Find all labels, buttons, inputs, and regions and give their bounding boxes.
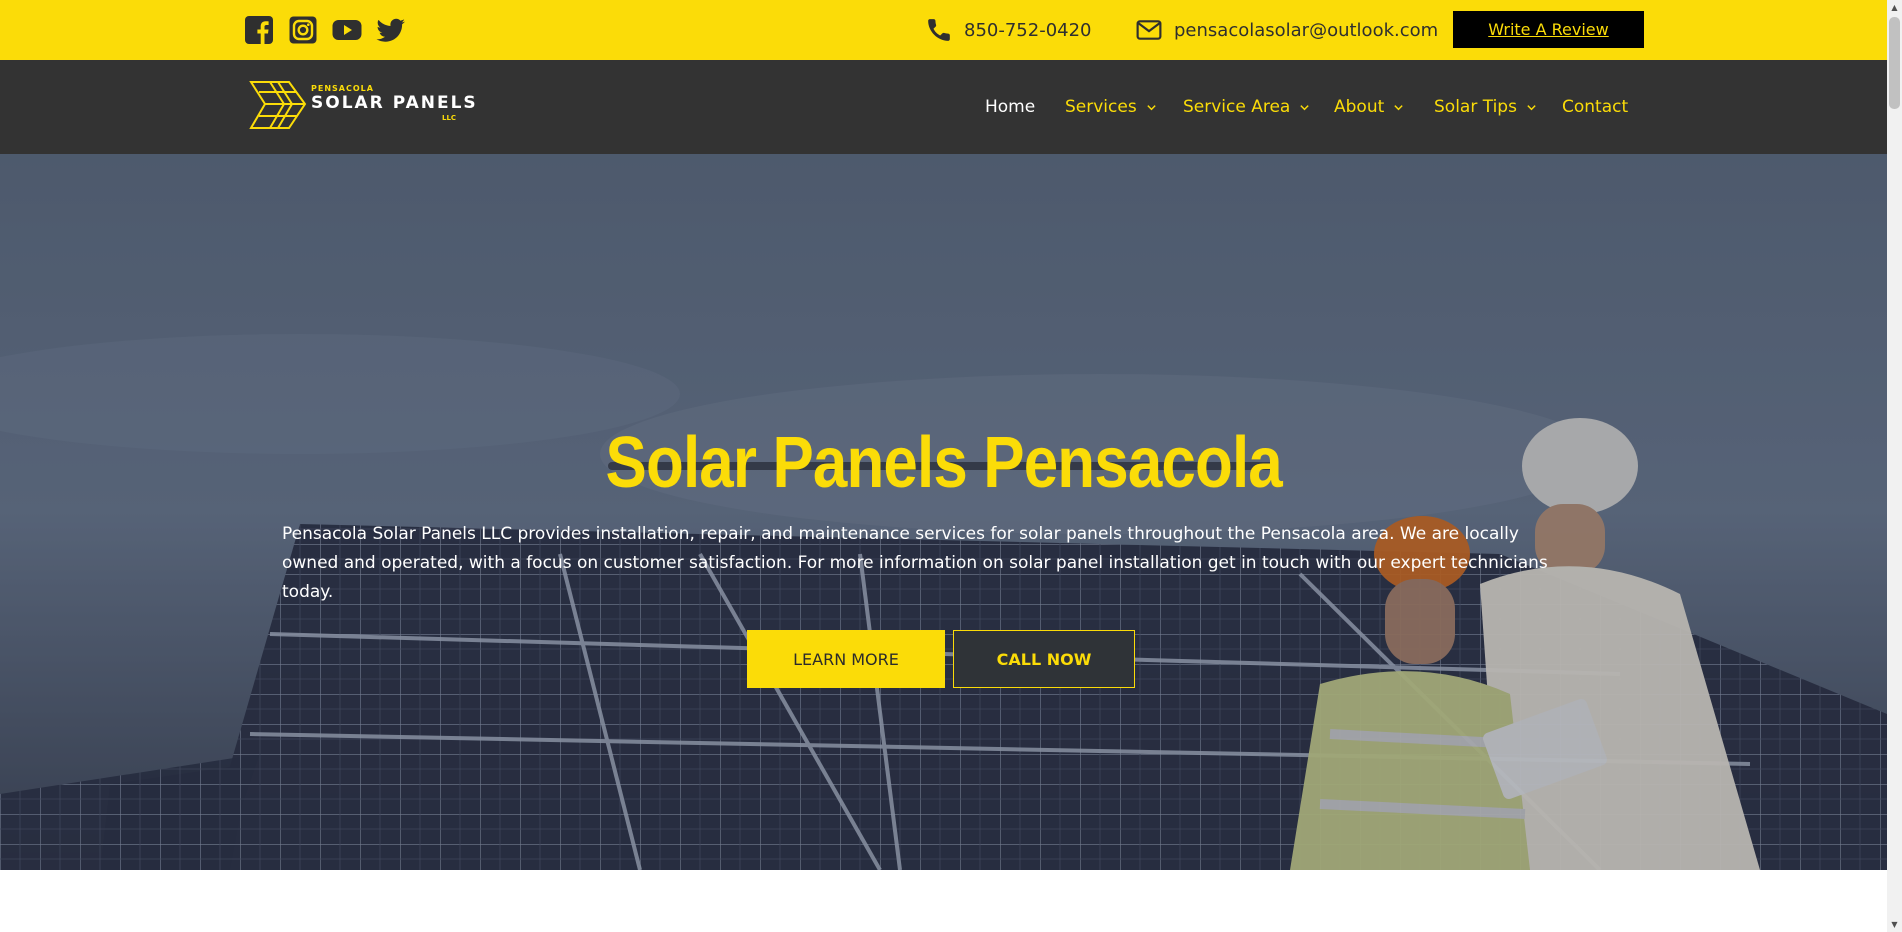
logo-mark-icon <box>249 81 307 129</box>
nav-label: Solar Tips <box>1434 97 1517 117</box>
call-now-button[interactable]: CALL NOW <box>953 630 1135 688</box>
scroll-down-arrow-icon[interactable]: ▼ <box>1887 917 1902 932</box>
instagram-icon[interactable] <box>288 15 318 45</box>
scroll-up-arrow-icon[interactable]: ▲ <box>1887 0 1902 15</box>
email-address: pensacolasolar@outlook.com <box>1174 19 1439 41</box>
nav-label: About <box>1334 97 1385 117</box>
site-logo[interactable]: PENSACOLA SOLAR PANELS LLC <box>249 78 476 134</box>
nav-item-about[interactable]: About <box>1334 60 1404 154</box>
nav-label: Home <box>985 97 1036 117</box>
hero-description: Pensacola Solar Panels LLC provides inst… <box>282 524 1548 602</box>
email-link[interactable]: pensacolasolar@outlook.com <box>1136 0 1438 60</box>
logo-text-suffix: LLC <box>442 114 457 122</box>
nav-label: Service Area <box>1183 97 1291 117</box>
nav-item-service-area[interactable]: Service Area <box>1183 60 1310 154</box>
youtube-icon[interactable] <box>332 15 362 45</box>
phone-number: 850-752-0420 <box>964 19 1092 41</box>
phone-link[interactable]: 850-752-0420 <box>926 0 1092 60</box>
write-review-button[interactable]: Write A Review <box>1453 11 1644 48</box>
phone-icon <box>928 19 950 41</box>
nav-item-solar-tips[interactable]: Solar Tips <box>1434 60 1537 154</box>
chevron-down-icon <box>1394 104 1403 110</box>
hero-overlay <box>0 154 1887 870</box>
nav-label: Contact <box>1562 97 1629 117</box>
top-bar: 850-752-0420 pensacolasolar@outlook.com … <box>0 0 1887 60</box>
logo-text-small: PENSACOLA <box>311 84 374 93</box>
hero-section: Solar Panels Pensacola Pensacola Solar P… <box>0 154 1887 870</box>
chevron-down-icon <box>1300 104 1310 110</box>
facebook-icon[interactable] <box>244 15 274 45</box>
logo-text-main: SOLAR PANELS <box>311 93 478 113</box>
chevron-down-icon <box>1527 104 1536 110</box>
nav-item-contact[interactable]: Contact <box>1562 60 1628 154</box>
learn-more-button[interactable]: LEARN MORE <box>747 630 945 688</box>
hero-title: Solar Panels Pensacola <box>605 423 1283 503</box>
nav-item-services[interactable]: Services <box>1065 60 1157 154</box>
scrollbar-thumb[interactable] <box>1889 17 1900 109</box>
chevron-down-icon <box>1147 104 1156 110</box>
nav-label: Services <box>1065 97 1137 117</box>
page-scrollbar[interactable]: ▲ ▼ <box>1887 0 1902 932</box>
nav-item-home[interactable]: Home <box>985 60 1035 154</box>
twitter-icon[interactable] <box>376 15 406 45</box>
envelope-icon <box>1136 20 1162 40</box>
